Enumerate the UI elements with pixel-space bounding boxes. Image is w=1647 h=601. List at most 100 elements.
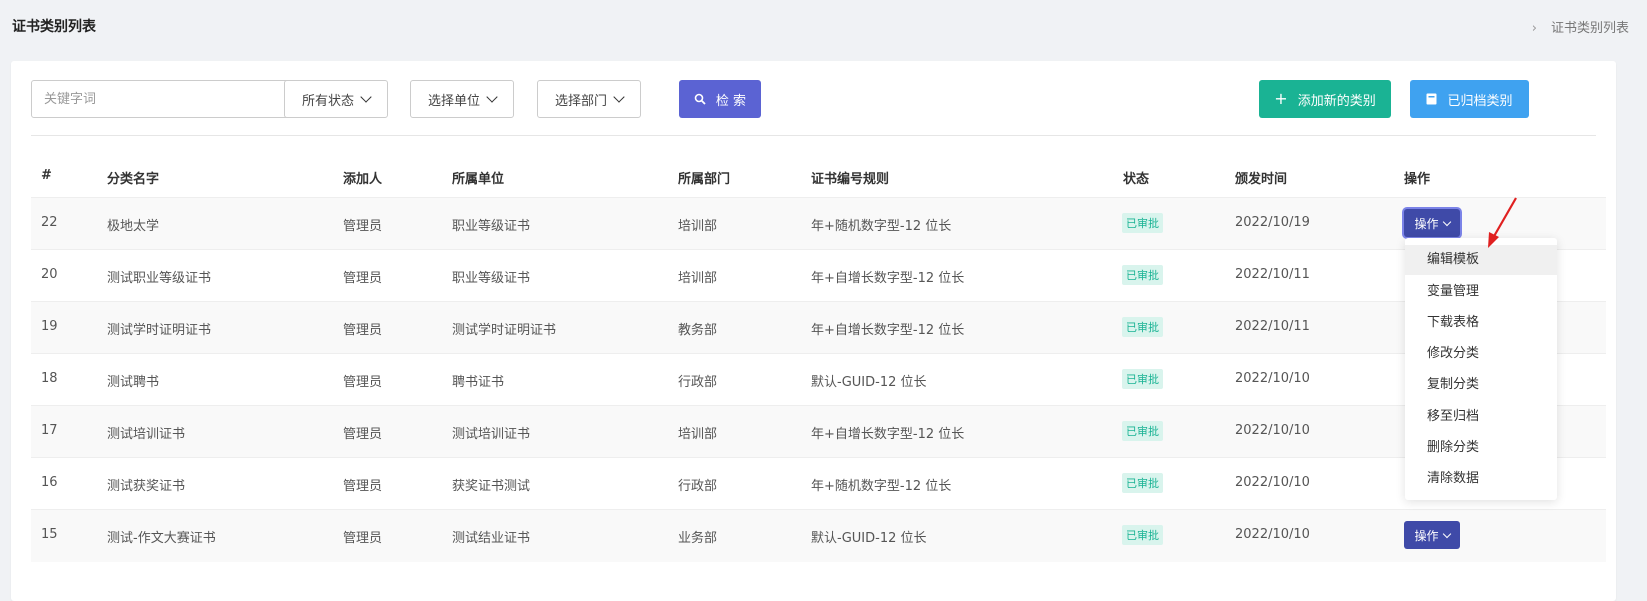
- cell-dept: 培训部: [678, 271, 718, 286]
- add-category-button[interactable]: + 添加新的类别: [1259, 80, 1391, 118]
- menu-item-variable-management[interactable]: 变量管理: [1405, 277, 1557, 307]
- operation-dropdown-menu: 编辑模板 变量管理 下载表格 修改分类 复制分类 移至归档 删除分类 清除数据: [1405, 238, 1557, 500]
- keyword-search-input[interactable]: [31, 80, 303, 118]
- cell-name: 测试培训证书: [107, 427, 186, 442]
- cell-id: 16: [41, 475, 58, 490]
- column-header-status: 状态: [1123, 172, 1150, 187]
- column-header-dept: 所属部门: [678, 172, 731, 187]
- cell-date: 2022/10/11: [1235, 319, 1310, 334]
- cell-unit: 测试结业证书: [452, 531, 531, 546]
- dept-filter-dropdown[interactable]: 选择部门: [537, 80, 641, 118]
- cell-id: 18: [41, 371, 58, 386]
- cell-unit: 测试培训证书: [452, 427, 531, 442]
- cell-dept: 培训部: [678, 427, 718, 442]
- cell-name: 测试获奖证书: [107, 479, 186, 494]
- cell-rule: 年+随机数字型-12 位长: [811, 219, 952, 234]
- status-filter-dropdown[interactable]: 所有状态: [284, 80, 388, 118]
- page-title: 证书类别列表: [12, 19, 96, 35]
- annotation-arrow-icon: [1488, 197, 1517, 248]
- cell-unit: 获奖证书测试: [452, 479, 531, 494]
- cell-creator: 管理员: [343, 323, 383, 338]
- status-badge: 已审批: [1122, 317, 1163, 337]
- table-header: # 分类名字 添加人 所属单位 所属部门 证书编号规则 状态 颁发时间 操作: [31, 155, 1606, 197]
- column-header-rule: 证书编号规则: [811, 172, 890, 187]
- cell-date: 2022/10/19: [1235, 215, 1310, 230]
- filter-toolbar: 所有状态 选择单位 选择部门 检 索 + 添加新的类别 已归档类别: [11, 61, 1616, 135]
- table-row: 20 测试职业等级证书 管理员 职业等级证书 培训部 年+自增长数字型-12 位…: [31, 249, 1606, 302]
- cell-dept: 教务部: [678, 323, 718, 338]
- archived-categories-label: 已归档类别: [1447, 93, 1513, 109]
- menu-item-delete-category[interactable]: 删除分类: [1405, 433, 1557, 463]
- cell-date: 2022/10/10: [1235, 423, 1310, 438]
- breadcrumb-current[interactable]: 证书类别列表: [1551, 21, 1629, 36]
- status-badge: 已审批: [1122, 421, 1163, 441]
- column-header-id: #: [41, 168, 52, 183]
- cell-id: 17: [41, 423, 58, 438]
- toolbar-divider: [31, 135, 1596, 136]
- menu-item-clear-data[interactable]: 清除数据: [1405, 464, 1557, 494]
- menu-item-move-to-archive[interactable]: 移至归档: [1405, 402, 1557, 432]
- operation-button-label: 操作: [1414, 216, 1439, 231]
- cell-date: 2022/10/10: [1235, 475, 1310, 490]
- cell-rule: 年+随机数字型-12 位长: [811, 479, 952, 494]
- menu-item-download-table[interactable]: 下载表格: [1405, 308, 1557, 338]
- status-badge: 已审批: [1122, 369, 1163, 389]
- chevron-down-icon: [486, 91, 498, 103]
- breadcrumb-separator-icon: ›: [1531, 21, 1537, 36]
- cell-id: 19: [41, 319, 58, 334]
- status-badge: 已审批: [1122, 473, 1163, 493]
- cell-rule: 年+自增长数字型-12 位长: [811, 271, 965, 286]
- content-card: 所有状态 选择单位 选择部门 检 索 + 添加新的类别 已归档类别 # 分类名字…: [11, 61, 1616, 601]
- archived-categories-button[interactable]: 已归档类别: [1410, 80, 1529, 118]
- cell-rule: 年+自增长数字型-12 位长: [811, 427, 965, 442]
- table-row: 22 极地太学 管理员 职业等级证书 培训部 年+随机数字型-12 位长 已审批…: [31, 197, 1606, 250]
- column-header-unit: 所属单位: [452, 172, 505, 187]
- cell-dept: 行政部: [678, 479, 718, 494]
- search-button-label: 检 索: [715, 93, 747, 109]
- cell-date: 2022/10/10: [1235, 527, 1310, 542]
- operation-button-label: 操作: [1414, 528, 1439, 543]
- cell-creator: 管理员: [343, 479, 383, 494]
- cell-creator: 管理员: [343, 375, 383, 390]
- search-button[interactable]: 检 索: [679, 80, 761, 118]
- cell-unit: 职业等级证书: [452, 271, 531, 286]
- chevron-down-icon: [360, 91, 372, 103]
- cell-name: 测试学时证明证书: [107, 323, 212, 338]
- menu-item-copy-category[interactable]: 复制分类: [1405, 370, 1557, 400]
- cell-rule: 默认-GUID-12 位长: [811, 375, 927, 390]
- search-icon: [694, 93, 706, 105]
- cell-name: 测试职业等级证书: [107, 271, 212, 286]
- cell-creator: 管理员: [343, 271, 383, 286]
- operation-dropdown-button[interactable]: 操作: [1404, 521, 1460, 549]
- cell-dept: 培训部: [678, 219, 718, 234]
- breadcrumb: › 证书类别列表: [1532, 17, 1629, 36]
- table-row: 16 测试获奖证书 管理员 获奖证书测试 行政部 年+随机数字型-12 位长 已…: [31, 457, 1606, 510]
- cell-rule: 年+自增长数字型-12 位长: [811, 323, 965, 338]
- cell-rule: 默认-GUID-12 位长: [811, 531, 927, 546]
- unit-filter-dropdown[interactable]: 选择单位: [410, 80, 514, 118]
- column-header-name: 分类名字: [107, 172, 160, 187]
- status-badge: 已审批: [1122, 265, 1163, 285]
- operation-dropdown-button[interactable]: 操作: [1404, 209, 1460, 237]
- table-row: 15 测试-作文大赛证书 管理员 测试结业证书 业务部 默认-GUID-12 位…: [31, 509, 1606, 562]
- menu-item-modify-category[interactable]: 修改分类: [1405, 339, 1557, 369]
- cell-date: 2022/10/10: [1235, 371, 1310, 386]
- cell-id: 22: [41, 215, 58, 230]
- cell-dept: 行政部: [678, 375, 718, 390]
- cell-creator: 管理员: [343, 219, 383, 234]
- page-header: 证书类别列表 › 证书类别列表: [0, 0, 1647, 50]
- add-category-label: 添加新的类别: [1297, 93, 1376, 109]
- unit-filter-label: 选择单位: [427, 93, 480, 109]
- cell-name: 极地太学: [107, 219, 160, 234]
- chevron-down-icon: [1442, 529, 1451, 538]
- plus-icon: +: [1274, 89, 1288, 108]
- dept-filter-label: 选择部门: [554, 93, 607, 109]
- chevron-down-icon: [613, 91, 625, 103]
- cell-date: 2022/10/11: [1235, 267, 1310, 282]
- cell-creator: 管理员: [343, 427, 383, 442]
- cell-unit: 职业等级证书: [452, 219, 531, 234]
- cell-id: 15: [41, 527, 58, 542]
- column-header-date: 颁发时间: [1235, 172, 1288, 187]
- column-header-creator: 添加人: [343, 172, 383, 187]
- cell-name: 测试聘书: [107, 375, 160, 390]
